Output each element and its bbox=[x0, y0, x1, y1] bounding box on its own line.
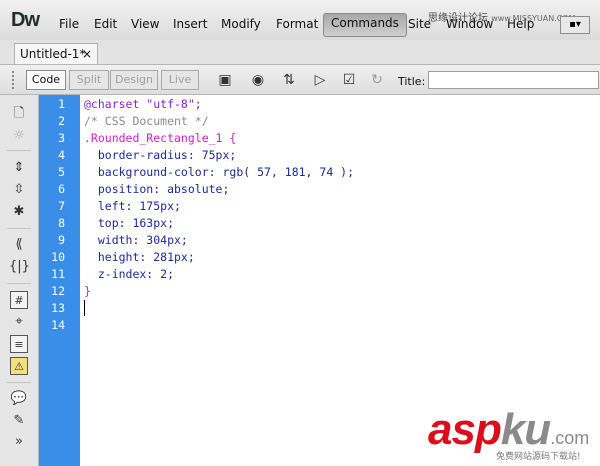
line-number: 12 bbox=[51, 284, 65, 298]
expand-all-icon[interactable]: ✱ bbox=[9, 203, 29, 221]
coding-toolbar: 🗋 ☼ ⇕ ⇳ ✱ ⟪ {|} # ⌖ ≡ ⚠ 💬 ✎ » bbox=[0, 95, 39, 466]
watermark-aspku: aspku.com 免费网站源码下载站! bbox=[428, 405, 590, 462]
code-line[interactable]: top: 163px; bbox=[84, 215, 174, 232]
line-number: 7 bbox=[58, 199, 65, 213]
balance-braces-icon[interactable]: {|} bbox=[9, 258, 30, 276]
code-line[interactable]: /* CSS Document */ bbox=[84, 113, 209, 130]
line-number: 8 bbox=[58, 216, 65, 230]
live-view-button[interactable]: Live bbox=[161, 70, 199, 90]
more-icon[interactable]: » bbox=[9, 433, 29, 451]
menu-view[interactable]: View bbox=[131, 17, 159, 31]
open-documents-icon[interactable]: 🗋 bbox=[9, 105, 29, 123]
code-view-button[interactable]: Code bbox=[26, 70, 66, 90]
code-line[interactable]: border-radius: 75px; bbox=[84, 147, 236, 164]
design-view-button[interactable]: Design bbox=[110, 70, 158, 90]
text-caret bbox=[84, 300, 85, 316]
remove-comment-icon[interactable]: ✎ bbox=[9, 412, 29, 430]
highlight-invalid-code-icon[interactable]: ⌖ bbox=[9, 313, 29, 331]
code-line[interactable]: width: 304px; bbox=[84, 232, 188, 249]
line-number: 2 bbox=[58, 114, 65, 128]
line-number: 13 bbox=[51, 301, 65, 315]
line-number: 14 bbox=[51, 318, 65, 332]
tab-label: Untitled-1* bbox=[20, 47, 86, 61]
code-line[interactable]: left: 175px; bbox=[84, 198, 181, 215]
split-view-button[interactable]: Split bbox=[69, 70, 109, 90]
line-number: 1 bbox=[58, 97, 65, 111]
code-line[interactable]: } bbox=[84, 283, 91, 300]
layout-selector[interactable]: ▪▾ bbox=[560, 16, 590, 34]
menu-commands[interactable]: Commands bbox=[323, 13, 407, 37]
toolbar-divider bbox=[7, 283, 31, 284]
toolbar-divider bbox=[7, 150, 31, 151]
menu-edit[interactable]: Edit bbox=[94, 17, 117, 31]
menu-bar: Dw File Edit View Insert Modify Format C… bbox=[0, 0, 600, 41]
code-line[interactable]: background-color: rgb( 57, 181, 74 ); bbox=[84, 164, 354, 181]
toolbar-divider bbox=[7, 382, 31, 383]
show-code-navigator-icon[interactable]: ☼ bbox=[9, 127, 29, 145]
collapse-selection-icon[interactable]: ⇳ bbox=[9, 181, 29, 199]
apply-comment-icon[interactable]: 💬 bbox=[9, 390, 29, 408]
watermark-top: 思缘设计论坛 www.MISSYUAN.COM bbox=[428, 13, 576, 24]
dreamweaver-logo: Dw bbox=[11, 9, 40, 31]
line-number: 5 bbox=[58, 165, 65, 179]
code-line[interactable]: z-index: 2; bbox=[84, 266, 174, 283]
line-number: 4 bbox=[58, 148, 65, 162]
w3c-validation-icon[interactable]: ▷ bbox=[310, 71, 330, 89]
line-number-gutter: 1 2 3 4 5 6 7 8 9 10 11 12 13 14 bbox=[39, 95, 80, 466]
menu-modify[interactable]: Modify bbox=[221, 17, 261, 31]
collapse-full-tag-icon[interactable]: ⇕ bbox=[9, 159, 29, 177]
word-wrap-icon[interactable]: ≡ bbox=[10, 335, 28, 353]
toolbar-divider bbox=[7, 228, 31, 229]
close-icon[interactable]: × bbox=[82, 44, 92, 65]
check-browser-icon[interactable]: ☑ bbox=[339, 71, 359, 89]
line-number: 3 bbox=[58, 131, 65, 145]
code-line[interactable]: position: absolute; bbox=[84, 181, 230, 198]
document-toolbar: Code Split Design Live ▣ ◉ ⇅ ▷ ☑ ↻ Title… bbox=[0, 65, 600, 95]
menu-insert[interactable]: Insert bbox=[173, 17, 207, 31]
title-input[interactable] bbox=[428, 71, 599, 89]
menu-file[interactable]: File bbox=[59, 17, 79, 31]
line-number: 11 bbox=[51, 267, 65, 281]
refresh-icon[interactable]: ↻ bbox=[367, 71, 387, 89]
toolbar-grip[interactable] bbox=[12, 71, 17, 89]
menu-format[interactable]: Format bbox=[276, 17, 318, 31]
multiscreen-icon[interactable]: ▣ bbox=[215, 71, 235, 89]
tab-untitled-1[interactable]: Untitled-1* × bbox=[14, 43, 98, 64]
code-line[interactable]: height: 281px; bbox=[84, 249, 195, 266]
line-numbers-icon[interactable]: # bbox=[10, 291, 28, 309]
line-number: 10 bbox=[51, 250, 65, 264]
code-line[interactable]: .Rounded_Rectangle_1 { bbox=[84, 130, 236, 147]
code-line[interactable]: @charset "utf-8"; bbox=[84, 96, 202, 113]
document-tab-bar: Untitled-1* × bbox=[0, 40, 600, 65]
file-management-icon[interactable]: ⇅ bbox=[279, 71, 299, 89]
line-number: 6 bbox=[58, 182, 65, 196]
line-number: 9 bbox=[58, 233, 65, 247]
select-parent-tag-icon[interactable]: ⟪ bbox=[9, 236, 29, 254]
preview-globe-icon[interactable]: ◉ bbox=[248, 71, 268, 89]
syntax-error-alerts-icon[interactable]: ⚠ bbox=[10, 357, 28, 375]
title-label: Title: bbox=[398, 75, 426, 88]
